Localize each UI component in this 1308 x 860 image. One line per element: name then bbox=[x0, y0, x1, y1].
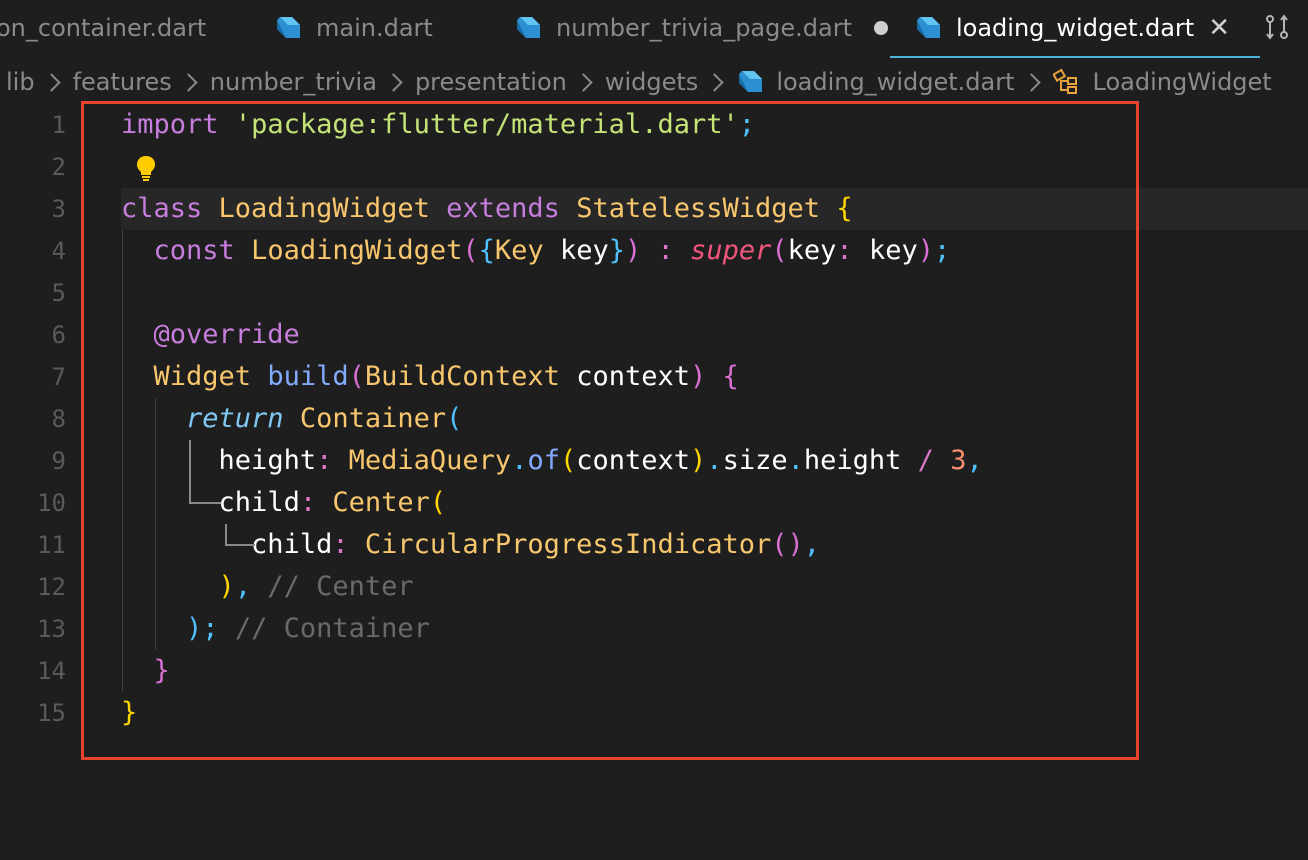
line-number: 12 bbox=[37, 573, 66, 601]
dart-file-icon bbox=[739, 71, 763, 92]
chevron-right-icon bbox=[1021, 72, 1041, 92]
breadcrumb-label: features bbox=[72, 68, 172, 96]
breadcrumb-item-lib[interactable]: lib bbox=[6, 68, 35, 96]
chevron-right-icon bbox=[179, 72, 198, 92]
tab-loading-widget[interactable]: loading_widget.dart ✕ bbox=[890, 0, 1260, 58]
breadcrumb-label: loading_widget.dart bbox=[776, 68, 1015, 96]
line-number: 10 bbox=[37, 489, 66, 517]
chevron-right-icon bbox=[384, 72, 403, 92]
breadcrumb-item-symbol[interactable]: LoadingWidget bbox=[1052, 68, 1272, 96]
class-symbol-icon bbox=[1052, 68, 1077, 94]
dart-file-icon bbox=[917, 17, 940, 38]
tab-number-trivia-page[interactable]: number_trivia_page.dart bbox=[514, 0, 888, 56]
highlight-box bbox=[81, 101, 1139, 760]
line-number: 4 bbox=[51, 237, 66, 265]
breadcrumb-label: presentation bbox=[414, 68, 567, 96]
breadcrumb-label: number_trivia bbox=[209, 68, 377, 96]
line-number-gutter: 1 2 3 4 5 6 7 8 9 10 11 12 13 14 15 bbox=[0, 104, 70, 734]
tab-label: main.dart bbox=[316, 14, 433, 42]
dart-file-icon bbox=[517, 17, 540, 38]
chevron-right-icon bbox=[41, 72, 61, 92]
line-number: 13 bbox=[37, 615, 66, 643]
breadcrumb-label: widgets bbox=[604, 68, 699, 96]
breadcrumb-label: lib bbox=[6, 68, 35, 96]
line-number: 9 bbox=[51, 447, 66, 475]
tab-label: on_container.dart bbox=[0, 14, 207, 42]
breadcrumb-item-number-trivia[interactable]: number_trivia bbox=[210, 68, 377, 96]
tab-on-container[interactable]: on_container.dart bbox=[0, 0, 206, 56]
line-number: 15 bbox=[37, 699, 66, 727]
compare-changes-icon[interactable] bbox=[1262, 12, 1292, 42]
line-number: 6 bbox=[51, 321, 66, 349]
breadcrumb-item-file[interactable]: loading_widget.dart bbox=[736, 68, 1015, 96]
line-number: 5 bbox=[51, 279, 66, 307]
dart-file-icon bbox=[277, 17, 300, 38]
tab-main[interactable]: main.dart bbox=[274, 0, 433, 56]
chevron-right-icon bbox=[574, 72, 593, 92]
tab-label: loading_widget.dart bbox=[956, 14, 1195, 42]
line-number: 7 bbox=[51, 363, 66, 391]
unsaved-dot-icon[interactable] bbox=[873, 21, 888, 35]
line-number: 3 bbox=[51, 195, 66, 223]
line-number: 2 bbox=[51, 153, 66, 181]
breadcrumb-item-widgets[interactable]: widgets bbox=[605, 68, 698, 96]
line-number: 1 bbox=[51, 111, 66, 139]
breadcrumb: lib features number_trivia presentation … bbox=[6, 62, 1272, 102]
breadcrumb-label: LoadingWidget bbox=[1092, 68, 1272, 96]
chevron-right-icon bbox=[705, 72, 725, 92]
close-icon[interactable]: ✕ bbox=[1208, 15, 1230, 41]
breadcrumb-item-presentation[interactable]: presentation bbox=[415, 68, 567, 96]
tab-label: number_trivia_page.dart bbox=[556, 14, 852, 42]
line-number: 8 bbox=[51, 405, 66, 433]
editor-tab-bar: on_container.dart main.dart number_trivi… bbox=[0, 0, 1308, 58]
line-number: 11 bbox=[37, 531, 66, 559]
breadcrumb-item-features[interactable]: features bbox=[73, 68, 172, 96]
line-number: 14 bbox=[37, 657, 66, 685]
